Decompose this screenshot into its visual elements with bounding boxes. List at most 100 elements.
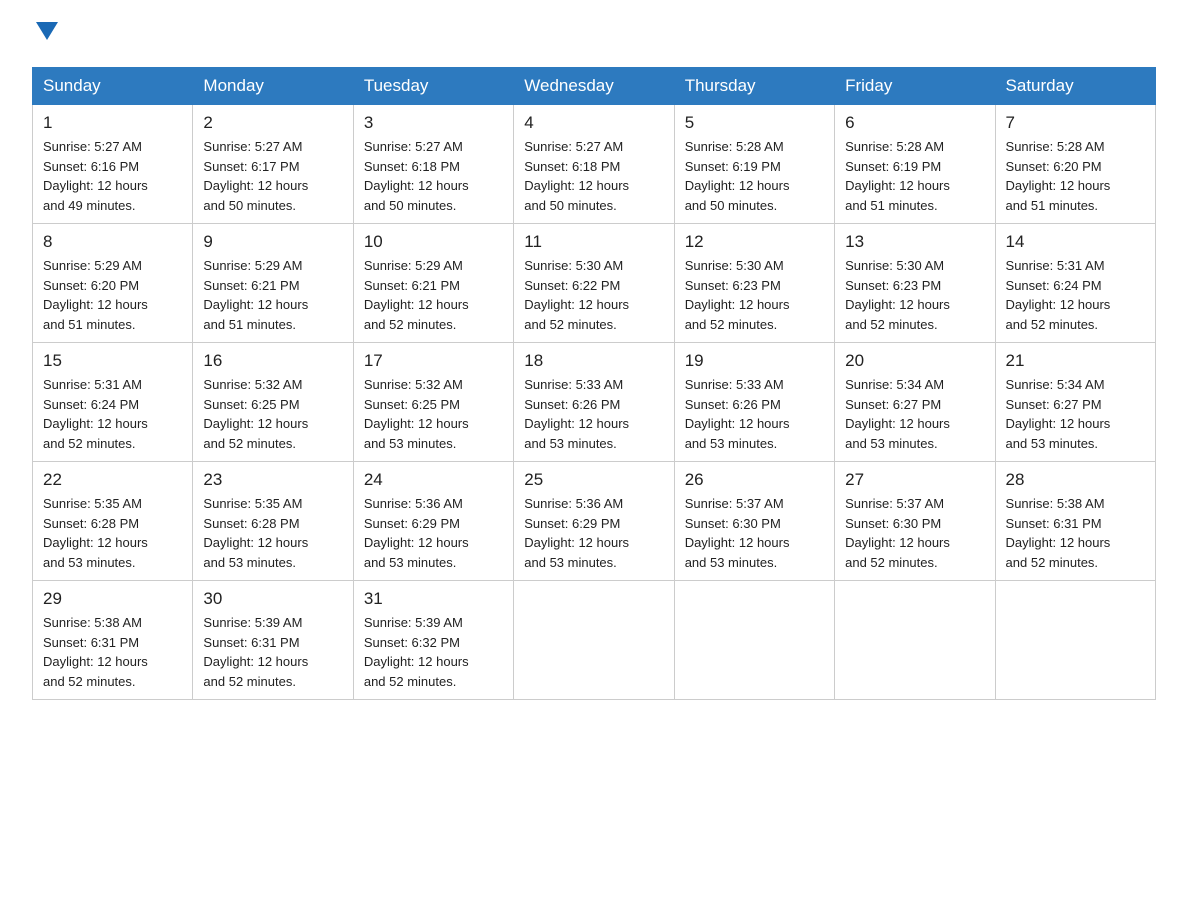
calendar-cell: 3 Sunrise: 5:27 AM Sunset: 6:18 PM Dayli…: [353, 105, 513, 224]
column-header-tuesday: Tuesday: [353, 68, 513, 105]
sunset-label: Sunset: 6:27 PM: [1006, 397, 1102, 412]
day-info: Sunrise: 5:38 AM Sunset: 6:31 PM Dayligh…: [43, 613, 182, 691]
sunrise-label: Sunrise: 5:34 AM: [1006, 377, 1105, 392]
calendar-cell: [674, 581, 834, 700]
day-number: 2: [203, 113, 342, 133]
daylight-minutes: and 52 minutes.: [845, 555, 938, 570]
sunrise-label: Sunrise: 5:32 AM: [203, 377, 302, 392]
sunset-label: Sunset: 6:31 PM: [43, 635, 139, 650]
sunset-label: Sunset: 6:32 PM: [364, 635, 460, 650]
column-header-wednesday: Wednesday: [514, 68, 674, 105]
sunrise-label: Sunrise: 5:38 AM: [1006, 496, 1105, 511]
sunrise-label: Sunrise: 5:35 AM: [43, 496, 142, 511]
day-info: Sunrise: 5:34 AM Sunset: 6:27 PM Dayligh…: [845, 375, 984, 453]
daylight-label: Daylight: 12 hours: [43, 535, 148, 550]
day-info: Sunrise: 5:32 AM Sunset: 6:25 PM Dayligh…: [203, 375, 342, 453]
daylight-label: Daylight: 12 hours: [43, 297, 148, 312]
day-info: Sunrise: 5:29 AM Sunset: 6:21 PM Dayligh…: [203, 256, 342, 334]
calendar-cell: 27 Sunrise: 5:37 AM Sunset: 6:30 PM Dayl…: [835, 462, 995, 581]
day-number: 17: [364, 351, 503, 371]
day-info: Sunrise: 5:33 AM Sunset: 6:26 PM Dayligh…: [524, 375, 663, 453]
daylight-minutes: and 53 minutes.: [364, 436, 457, 451]
calendar-cell: 4 Sunrise: 5:27 AM Sunset: 6:18 PM Dayli…: [514, 105, 674, 224]
sunset-label: Sunset: 6:28 PM: [203, 516, 299, 531]
daylight-minutes: and 51 minutes.: [43, 317, 136, 332]
sunrise-label: Sunrise: 5:33 AM: [524, 377, 623, 392]
daylight-minutes: and 52 minutes.: [1006, 555, 1099, 570]
daylight-minutes: and 50 minutes.: [524, 198, 617, 213]
sunset-label: Sunset: 6:23 PM: [685, 278, 781, 293]
sunrise-label: Sunrise: 5:29 AM: [364, 258, 463, 273]
daylight-label: Daylight: 12 hours: [43, 416, 148, 431]
day-number: 6: [845, 113, 984, 133]
daylight-label: Daylight: 12 hours: [1006, 416, 1111, 431]
daylight-label: Daylight: 12 hours: [845, 178, 950, 193]
sunset-label: Sunset: 6:26 PM: [524, 397, 620, 412]
day-number: 13: [845, 232, 984, 252]
sunset-label: Sunset: 6:20 PM: [43, 278, 139, 293]
day-info: Sunrise: 5:29 AM Sunset: 6:20 PM Dayligh…: [43, 256, 182, 334]
daylight-minutes: and 52 minutes.: [685, 317, 778, 332]
day-number: 1: [43, 113, 182, 133]
daylight-label: Daylight: 12 hours: [43, 654, 148, 669]
sunrise-label: Sunrise: 5:34 AM: [845, 377, 944, 392]
daylight-label: Daylight: 12 hours: [364, 654, 469, 669]
sunset-label: Sunset: 6:26 PM: [685, 397, 781, 412]
column-header-sunday: Sunday: [33, 68, 193, 105]
calendar-cell: 14 Sunrise: 5:31 AM Sunset: 6:24 PM Dayl…: [995, 224, 1155, 343]
day-info: Sunrise: 5:30 AM Sunset: 6:22 PM Dayligh…: [524, 256, 663, 334]
daylight-minutes: and 52 minutes.: [364, 317, 457, 332]
logo-triangle-icon: [36, 22, 58, 45]
calendar-cell: 7 Sunrise: 5:28 AM Sunset: 6:20 PM Dayli…: [995, 105, 1155, 224]
daylight-label: Daylight: 12 hours: [524, 535, 629, 550]
sunset-label: Sunset: 6:31 PM: [1006, 516, 1102, 531]
daylight-label: Daylight: 12 hours: [364, 535, 469, 550]
sunset-label: Sunset: 6:30 PM: [685, 516, 781, 531]
daylight-minutes: and 50 minutes.: [364, 198, 457, 213]
calendar-cell: 16 Sunrise: 5:32 AM Sunset: 6:25 PM Dayl…: [193, 343, 353, 462]
day-number: 20: [845, 351, 984, 371]
day-number: 23: [203, 470, 342, 490]
day-info: Sunrise: 5:29 AM Sunset: 6:21 PM Dayligh…: [364, 256, 503, 334]
calendar-cell: 2 Sunrise: 5:27 AM Sunset: 6:17 PM Dayli…: [193, 105, 353, 224]
day-number: 3: [364, 113, 503, 133]
day-info: Sunrise: 5:35 AM Sunset: 6:28 PM Dayligh…: [203, 494, 342, 572]
calendar-cell: 22 Sunrise: 5:35 AM Sunset: 6:28 PM Dayl…: [33, 462, 193, 581]
calendar-week-row: 1 Sunrise: 5:27 AM Sunset: 6:16 PM Dayli…: [33, 105, 1156, 224]
daylight-label: Daylight: 12 hours: [845, 535, 950, 550]
daylight-minutes: and 52 minutes.: [203, 436, 296, 451]
daylight-label: Daylight: 12 hours: [685, 535, 790, 550]
daylight-minutes: and 52 minutes.: [43, 674, 136, 689]
daylight-minutes: and 53 minutes.: [43, 555, 136, 570]
sunset-label: Sunset: 6:17 PM: [203, 159, 299, 174]
daylight-label: Daylight: 12 hours: [364, 416, 469, 431]
daylight-label: Daylight: 12 hours: [845, 416, 950, 431]
sunrise-label: Sunrise: 5:30 AM: [685, 258, 784, 273]
calendar-cell: 30 Sunrise: 5:39 AM Sunset: 6:31 PM Dayl…: [193, 581, 353, 700]
calendar-cell: [995, 581, 1155, 700]
sunset-label: Sunset: 6:30 PM: [845, 516, 941, 531]
calendar-cell: 12 Sunrise: 5:30 AM Sunset: 6:23 PM Dayl…: [674, 224, 834, 343]
daylight-minutes: and 51 minutes.: [845, 198, 938, 213]
day-number: 12: [685, 232, 824, 252]
daylight-minutes: and 53 minutes.: [524, 555, 617, 570]
day-info: Sunrise: 5:28 AM Sunset: 6:19 PM Dayligh…: [685, 137, 824, 215]
daylight-label: Daylight: 12 hours: [685, 178, 790, 193]
day-info: Sunrise: 5:36 AM Sunset: 6:29 PM Dayligh…: [524, 494, 663, 572]
day-info: Sunrise: 5:34 AM Sunset: 6:27 PM Dayligh…: [1006, 375, 1145, 453]
daylight-label: Daylight: 12 hours: [524, 297, 629, 312]
calendar-cell: 18 Sunrise: 5:33 AM Sunset: 6:26 PM Dayl…: [514, 343, 674, 462]
sunrise-label: Sunrise: 5:27 AM: [43, 139, 142, 154]
sunset-label: Sunset: 6:18 PM: [524, 159, 620, 174]
daylight-minutes: and 52 minutes.: [845, 317, 938, 332]
logo: [32, 24, 58, 47]
daylight-label: Daylight: 12 hours: [203, 178, 308, 193]
sunrise-label: Sunrise: 5:36 AM: [524, 496, 623, 511]
daylight-label: Daylight: 12 hours: [203, 297, 308, 312]
column-header-thursday: Thursday: [674, 68, 834, 105]
day-info: Sunrise: 5:37 AM Sunset: 6:30 PM Dayligh…: [845, 494, 984, 572]
sunset-label: Sunset: 6:19 PM: [685, 159, 781, 174]
sunrise-label: Sunrise: 5:37 AM: [685, 496, 784, 511]
calendar-cell: 31 Sunrise: 5:39 AM Sunset: 6:32 PM Dayl…: [353, 581, 513, 700]
day-number: 14: [1006, 232, 1145, 252]
